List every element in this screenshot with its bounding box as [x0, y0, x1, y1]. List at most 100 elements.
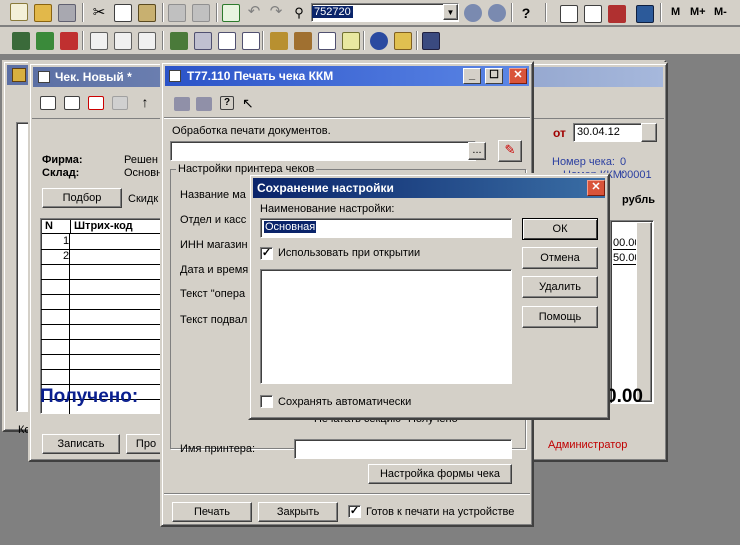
save-settings-icon[interactable]: [196, 97, 212, 111]
minimize-button[interactable]: _: [463, 68, 481, 84]
import-icon[interactable]: [36, 32, 54, 50]
footer-text-label: Текст подвал: [180, 314, 248, 326]
export-icon[interactable]: [60, 32, 78, 50]
print-icon: [169, 70, 181, 82]
act-icon[interactable]: [114, 32, 132, 50]
new-document-icon[interactable]: [10, 3, 28, 21]
autosave-label: Сохранять автоматически: [278, 396, 412, 408]
date-field[interactable]: 30.04.12: [573, 123, 645, 142]
picture-icon[interactable]: [422, 32, 440, 50]
form-settings-button[interactable]: Настройка формы чека: [368, 464, 512, 484]
table-row: [41, 265, 165, 280]
book-icon[interactable]: [636, 5, 654, 23]
printer-name-label: Имя принтера:: [180, 443, 256, 455]
stock-icon[interactable]: [294, 32, 312, 50]
table-row: [41, 295, 165, 310]
table-scrollbar[interactable]: [636, 222, 652, 402]
spreadsheet-icon[interactable]: [584, 5, 602, 23]
globe-icon[interactable]: [370, 32, 388, 50]
arrow-up-icon[interactable]: ↑: [136, 94, 154, 112]
edit-pencil-icon[interactable]: ✎: [498, 140, 522, 162]
pointer-help-icon[interactable]: ↖: [242, 95, 260, 113]
ready-checkbox[interactable]: ✓: [348, 505, 361, 518]
chevron-down-icon[interactable]: ▼: [443, 4, 458, 20]
journal-icon[interactable]: [12, 32, 30, 50]
printer-name-field[interactable]: [294, 439, 512, 459]
table-row: [41, 325, 165, 340]
user-search-icon[interactable]: [488, 4, 506, 22]
inn-label: ИНН магазин: [180, 239, 248, 251]
table-row[interactable]: 1: [41, 235, 165, 250]
select-button[interactable]: Подбор: [42, 188, 122, 208]
waybill-icon[interactable]: [138, 32, 156, 50]
user-name: Администратор: [548, 439, 628, 451]
invoice-icon[interactable]: [90, 32, 108, 50]
redo-icon[interactable]: ↷: [267, 4, 285, 22]
copy-row-icon[interactable]: [64, 96, 80, 110]
report-icon[interactable]: [218, 32, 236, 50]
firm-label: Фирма:: [42, 154, 83, 166]
open-folder-icon[interactable]: [34, 4, 52, 22]
cut-icon[interactable]: ✂: [90, 4, 108, 22]
open-settings-icon[interactable]: [174, 97, 190, 111]
binoculars-icon[interactable]: ⚲: [290, 4, 308, 22]
document-list-icon[interactable]: [318, 32, 336, 50]
analysis-icon[interactable]: [394, 32, 412, 50]
memory-button[interactable]: M: [671, 6, 680, 18]
help-button[interactable]: Помощь: [522, 306, 598, 328]
goods-icon[interactable]: [270, 32, 288, 50]
document-icon: [38, 71, 50, 83]
ok-button[interactable]: ОК: [522, 218, 598, 240]
search-input[interactable]: 752720 ▼: [311, 3, 459, 22]
copy-icon[interactable]: [114, 4, 132, 22]
dialog-close-button[interactable]: ✕: [587, 180, 605, 196]
print-icon[interactable]: [168, 4, 186, 22]
undo-icon[interactable]: ↶: [245, 4, 263, 22]
paste-icon[interactable]: [138, 4, 156, 22]
check-number-label: Номер чека:: [552, 156, 615, 168]
cancel-button[interactable]: Отмена: [522, 247, 598, 269]
save-settings-dialog: Сохранение настройки ✕ Наименование наст…: [248, 173, 610, 420]
operator-text-label: Текст "опера: [180, 288, 246, 300]
maximize-button[interactable]: ☐: [485, 68, 503, 84]
calendar-button-icon[interactable]: [641, 123, 657, 142]
print-button[interactable]: Печать: [172, 502, 252, 522]
delete-row-icon[interactable]: [88, 96, 104, 110]
discount-label: Скидк: [128, 193, 159, 205]
money-bag-icon[interactable]: [170, 32, 188, 50]
save-button[interactable]: Записать: [42, 434, 120, 454]
use-on-open-checkbox[interactable]: ✓: [260, 247, 273, 260]
currency-label: рубль: [622, 194, 655, 206]
save-disk-icon[interactable]: [58, 4, 76, 22]
department-label: Отдел и касс: [180, 214, 247, 226]
delete-button[interactable]: Удалить: [522, 276, 598, 298]
flag-icon[interactable]: [608, 5, 626, 23]
help-icon[interactable]: ?: [220, 96, 234, 110]
add-row-icon[interactable]: [40, 96, 56, 110]
chart-icon[interactable]: [342, 32, 360, 50]
setting-name-input[interactable]: Основная: [260, 218, 512, 238]
autosave-checkbox[interactable]: [260, 395, 273, 408]
calculator-icon[interactable]: [560, 5, 578, 23]
table-row[interactable]: 2: [41, 250, 165, 265]
browse-button[interactable]: ...: [468, 142, 486, 160]
cash-register-icon[interactable]: [194, 32, 212, 50]
print-preview-icon[interactable]: [192, 4, 210, 22]
check-number-value: 0: [620, 156, 627, 168]
table-row: [41, 355, 165, 370]
received-label: Получено:: [40, 386, 139, 407]
close-button[interactable]: Закрыть: [258, 502, 338, 522]
processing-path-field[interactable]: [170, 141, 476, 161]
table-row: [41, 340, 165, 355]
find-user-icon[interactable]: [464, 4, 482, 22]
close-button[interactable]: ✕: [509, 68, 527, 84]
help-icon[interactable]: ?: [517, 4, 535, 22]
edit-row-icon[interactable]: [112, 96, 128, 110]
list-icon[interactable]: [242, 32, 260, 50]
memory-add-button[interactable]: M+: [690, 6, 706, 18]
memory-subtract-button[interactable]: M-: [714, 6, 727, 18]
column-header-n: N: [45, 220, 53, 232]
calendar-icon[interactable]: [222, 4, 240, 22]
settings-list[interactable]: [260, 269, 512, 384]
processing-label: Обработка печати документов.: [172, 125, 331, 137]
